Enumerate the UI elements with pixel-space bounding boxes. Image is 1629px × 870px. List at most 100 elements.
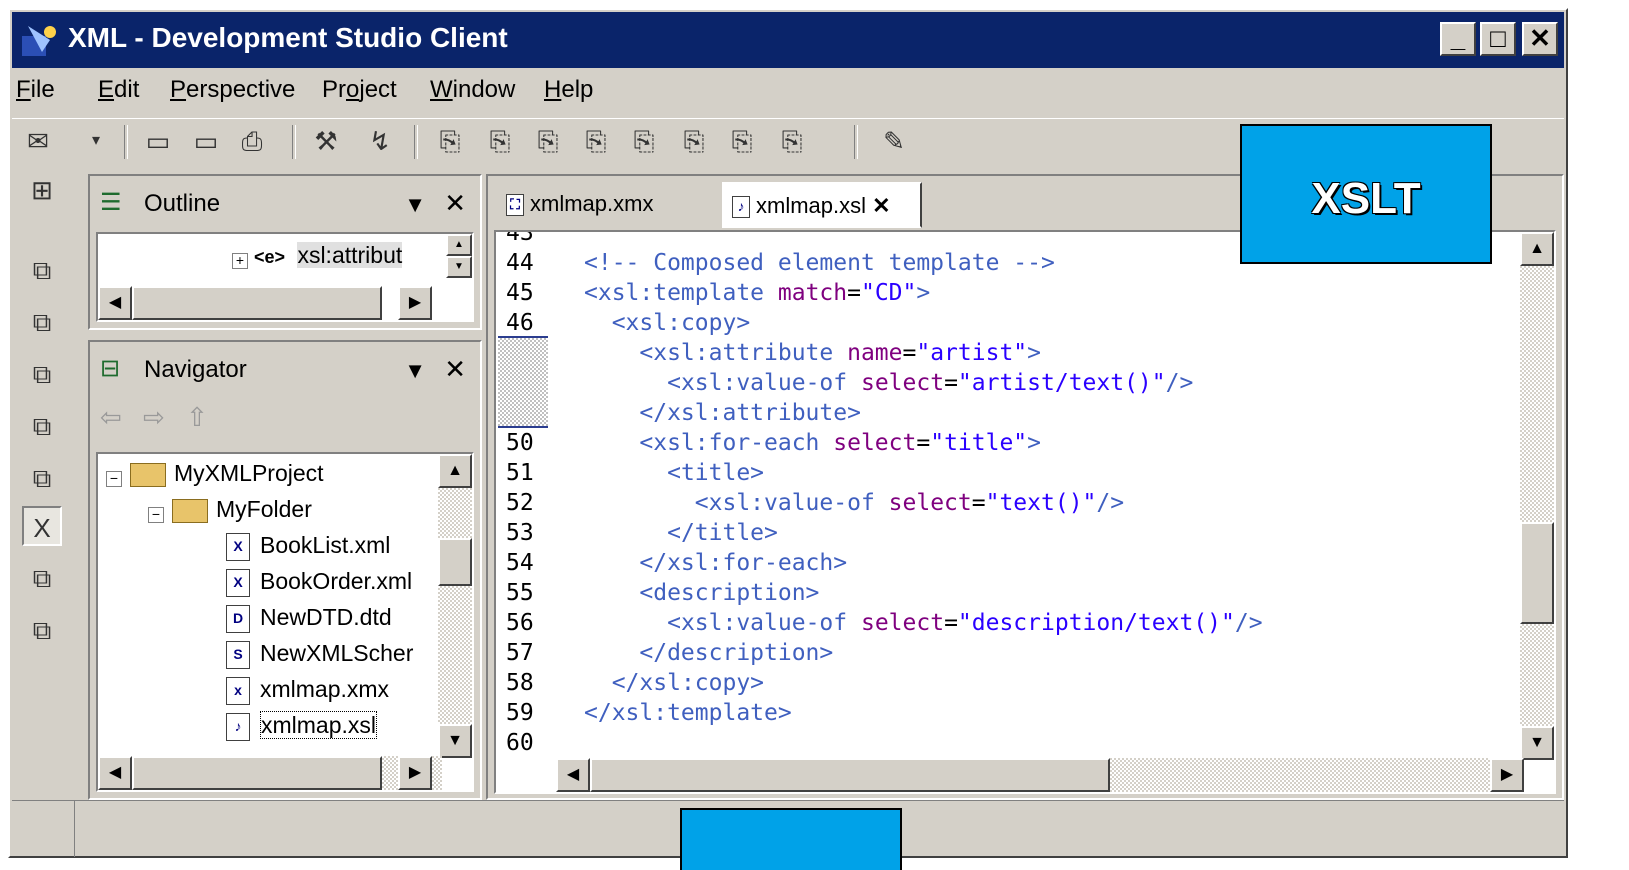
tree-item-file[interactable]: X BookList.xml [226,532,390,568]
file-label: BookList.xml [260,532,391,558]
scroll-right-button[interactable]: ▶ [1490,758,1524,792]
menu-project[interactable]: Project [322,76,397,104]
horizontal-scrollbar-thumb[interactable] [590,758,1110,792]
view-menu-icon[interactable]: ▼ [404,358,426,384]
vertical-scrollbar-track[interactable] [1520,232,1554,760]
code-line[interactable]: <xsl:value-of select="text()"/> [584,490,1124,516]
code-line[interactable]: <!-- Composed element template --> [584,250,1055,276]
pen-icon[interactable]: ✎ [876,123,912,159]
xml-wizard-icon[interactable]: ⎘ [432,123,468,159]
java-perspective-icon[interactable]: ⧉ [22,558,62,598]
back-arrow-icon[interactable]: ⇦ [100,402,122,432]
file-label: BookOrder.xml [260,568,413,594]
scroll-down-button[interactable]: ▼ [438,724,472,758]
menu-perspective[interactable]: Perspective [170,76,295,104]
minimize-button[interactable]: _ [1440,22,1476,56]
xsl-apply-icon[interactable]: ⎘ [774,123,810,159]
code-line[interactable]: <xsl:for-each select="title"> [584,430,1041,456]
tree-item-file[interactable]: D NewDTD.dtd [226,604,392,640]
code-line[interactable]: </title> [584,520,778,546]
code-line[interactable]: <xsl:copy> [584,310,750,336]
code-line[interactable]: <description> [584,580,819,606]
scroll-up-button[interactable]: ▲ [1520,232,1554,266]
expand-icon[interactable]: + [232,253,248,269]
view-menu-icon[interactable]: ▼ [404,192,426,218]
code-editor[interactable]: 434445464748495051525354555657585960 <!-… [494,230,1556,794]
dtd-wizard-icon[interactable]: ⎘ [482,123,518,159]
dropdown-icon[interactable]: ▾ [86,123,106,159]
save-all-icon[interactable]: ▭ [188,123,224,159]
collapse-icon[interactable]: − [148,507,164,523]
resource-perspective-icon[interactable]: ⧉ [22,250,62,290]
up-arrow-icon[interactable]: ⇧ [186,402,208,432]
line-number: 59 [506,700,534,726]
tree-item-file[interactable]: S NewXMLScher [226,640,413,676]
scroll-left-button[interactable]: ◀ [556,758,590,792]
scroll-right-button[interactable]: ▶ [398,286,432,320]
data-perspective-icon[interactable]: ⧉ [22,406,62,446]
code-line[interactable]: <xsl:value-of select="artist/text()"/> [584,370,1193,396]
line-number: 53 [506,520,534,546]
xml-mapping-icon[interactable]: ⎘ [676,123,712,159]
search-perspective-icon[interactable]: ⧉ [22,302,62,342]
collapse-icon[interactable]: − [106,471,122,487]
save-icon[interactable]: ▭ [140,123,176,159]
schema-wizard-icon[interactable]: ⎘ [530,123,566,159]
print-icon[interactable]: ⎙ [234,123,270,159]
scroll-left-button[interactable]: ◀ [98,756,132,790]
run-icon[interactable]: ↯ [362,123,398,159]
scroll-left-button[interactable]: ◀ [98,286,132,320]
scroll-down-button[interactable]: ▼ [1520,726,1554,760]
vertical-scrollbar-thumb[interactable] [1520,522,1554,624]
tree-item-file[interactable]: x xmlmap.xmx [226,676,389,712]
menu-file[interactable]: File [16,76,55,104]
menu-help[interactable]: Help [544,76,593,104]
code-line[interactable]: <xsl:value-of select="description/text()… [584,610,1262,636]
editor-tab[interactable]: ⛶ xmlmap.xmx [498,182,718,228]
debug-perspective-icon[interactable]: ⧉ [22,458,62,498]
open-perspective-icon[interactable]: ⊞ [22,170,62,210]
menu-window[interactable]: Window [430,76,515,104]
status-divider [74,801,75,857]
code-line[interactable]: </xsl:template> [584,700,792,726]
code-line[interactable]: <xsl:attribute name="artist"> [584,340,1041,366]
xml-from-dtd-icon[interactable]: ⎘ [626,123,662,159]
tree-item-file[interactable]: ♪ xmlmap.xsl [226,711,378,748]
scroll-right-button[interactable]: ▶ [398,756,432,790]
forward-arrow-icon[interactable]: ⇨ [143,402,165,432]
scroll-down-button[interactable]: ▼ [446,256,472,278]
new-icon[interactable]: ✉ [20,123,56,159]
close-tab-icon[interactable]: ✕ [866,193,890,218]
web-perspective-icon[interactable]: ⧉ [22,354,62,394]
horizontal-scrollbar-thumb[interactable] [132,286,382,320]
tree-item-folder[interactable]: − MyFolder [148,496,312,532]
vertical-scrollbar-track[interactable] [438,454,472,758]
close-view-icon[interactable]: ✕ [444,188,466,219]
scroll-up-button[interactable]: ▲ [446,234,472,256]
outline-node[interactable]: + <e> xsl:attribut [232,242,403,278]
code-line[interactable]: <xsl:template match="CD"> [584,280,930,306]
maximize-button[interactable]: □ [1480,22,1516,56]
xsl-debug-icon[interactable]: ⎘ [724,123,760,159]
title-bar[interactable]: XML - Development Studio Client _ □ ✕ [12,12,1564,68]
tree-item-file[interactable]: X BookOrder.xml [226,568,412,604]
code-line[interactable]: <title> [584,460,764,486]
team-perspective-icon[interactable]: ⧉ [22,610,62,650]
close-view-icon[interactable]: ✕ [444,354,466,385]
horizontal-scrollbar-thumb[interactable] [132,756,382,790]
outline-node-label: xsl:attribut [297,242,403,268]
vertical-scrollbar-thumb[interactable] [438,538,472,586]
code-line[interactable]: </xsl:copy> [584,670,764,696]
xml-perspective-icon[interactable]: X [22,506,62,546]
scroll-up-button[interactable]: ▲ [438,454,472,488]
line-number: 45 [506,280,534,306]
open-type-icon[interactable]: ⚒ [308,123,344,159]
tree-item-project[interactable]: − MyXMLProject [106,460,324,496]
code-line[interactable]: </xsl:for-each> [584,550,847,576]
close-button[interactable]: ✕ [1522,22,1558,56]
code-line[interactable]: </xsl:attribute> [584,400,861,426]
menu-edit[interactable]: Edit [98,76,139,104]
editor-tab[interactable]: ♪ xmlmap.xsl ✕ [722,182,922,228]
xsl-wizard-icon[interactable]: ⎘ [578,123,614,159]
code-line[interactable]: </description> [584,640,833,666]
